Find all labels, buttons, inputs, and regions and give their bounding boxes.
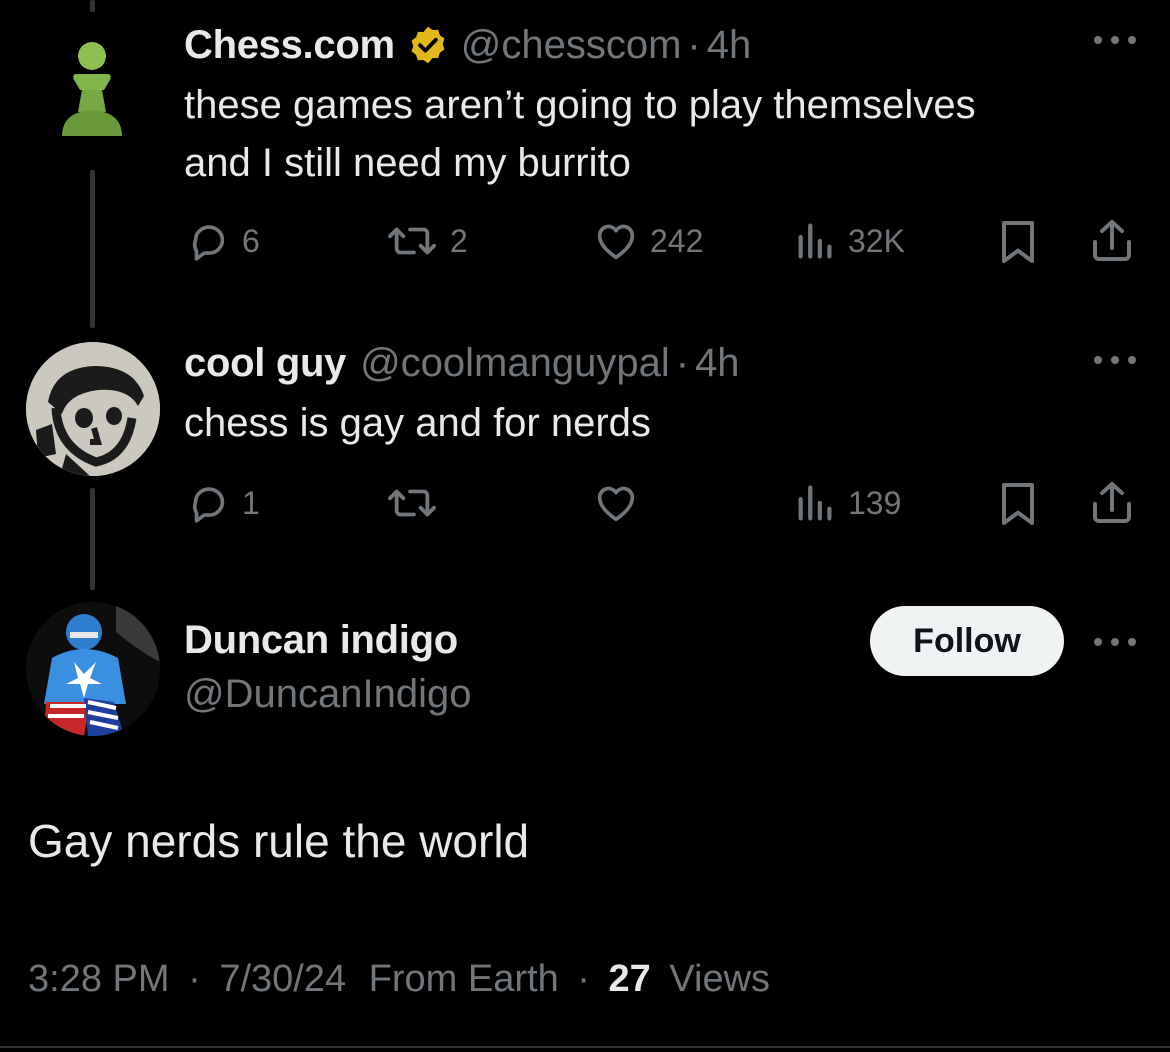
tweet-text-line: these games aren’t going to play themsel… [184, 83, 976, 127]
main-tweet-meta: 3:28 PM · 7/30/24 From Earth · 27 Views [28, 958, 770, 1001]
tweet-text-line: chess is gay and for nerds [184, 401, 651, 445]
heart-icon [597, 224, 635, 260]
author-handle[interactable]: @coolmanguypal [360, 341, 670, 386]
tweet-text-line: and I still need my burrito [184, 141, 631, 185]
reply-count: 1 [242, 484, 260, 521]
views-chart-icon [798, 485, 832, 521]
separator-dot: · [687, 22, 701, 67]
like-button[interactable]: 242 [592, 218, 703, 264]
avatar-coolguy[interactable] [26, 342, 160, 476]
views-button[interactable]: 32K [794, 218, 905, 264]
share-button[interactable] [1088, 216, 1136, 266]
share-icon [1093, 482, 1131, 523]
views-count: 27 [608, 958, 651, 1000]
bookmark-button[interactable] [998, 218, 1038, 266]
reply-button[interactable]: 6 [186, 218, 260, 264]
retweet-button[interactable] [384, 480, 450, 526]
views-count: 32K [848, 222, 905, 259]
separator-dot: · [675, 340, 690, 385]
more-options-icon[interactable] [1090, 30, 1140, 55]
tweet-header: Chess.com @chesscom · 4h [184, 20, 751, 70]
tweet-chesscom[interactable]: Chess.com @chesscom · 4h these games are… [0, 0, 1170, 300]
reply-icon [192, 487, 225, 523]
like-button[interactable] [592, 480, 650, 526]
author-name[interactable]: cool guy [184, 341, 346, 386]
sketch-face-avatar-icon [26, 342, 160, 476]
bookmark-icon [1002, 483, 1034, 525]
author-name[interactable]: Duncan indigo [184, 618, 471, 670]
views-count: 139 [848, 484, 902, 521]
reply-button[interactable]: 1 [186, 480, 260, 526]
bookmark-button[interactable] [998, 480, 1038, 528]
tweet-time[interactable]: 4h [707, 23, 752, 68]
tweet-date[interactable]: 7/30/24 [219, 958, 346, 1000]
bookmark-icon [1002, 221, 1034, 263]
superhero-avatar-icon [26, 602, 160, 736]
retweet-icon [388, 489, 436, 517]
author-handle[interactable]: @chesscom [461, 23, 682, 68]
views-chart-icon [798, 223, 832, 259]
avatar-duncan[interactable] [26, 602, 160, 736]
divider [0, 1046, 1170, 1048]
heart-icon [597, 486, 635, 522]
reply-icon [192, 225, 225, 261]
share-icon [1093, 220, 1131, 261]
like-count: 242 [650, 222, 704, 259]
tweet-time[interactable]: 4h [695, 341, 740, 386]
author-handle[interactable]: @DuncanIndigo [184, 672, 471, 717]
views-label: Views [669, 958, 771, 1000]
views-button[interactable]: 139 [794, 480, 901, 526]
retweet-button[interactable]: 2 [384, 218, 468, 264]
main-tweet-text: Gay nerds rule the world [28, 815, 530, 867]
chess-pawn-icon [62, 42, 122, 136]
tweet-header: cool guy @coolmanguypal · 4h [184, 338, 740, 388]
tweet-coolguy[interactable]: cool guy @coolmanguypal · 4h chess is ga… [0, 330, 1170, 550]
main-tweet: Duncan indigo @DuncanIndigo Follow Gay n… [0, 600, 1170, 1052]
reply-count: 6 [242, 222, 260, 259]
follow-button-wrap: Follow [870, 606, 1064, 676]
verified-badge-icon [407, 24, 449, 66]
separator-dot: · [188, 958, 201, 1000]
separator-dot: · [577, 958, 590, 1000]
follow-button[interactable]: Follow [870, 606, 1064, 676]
retweet-count: 2 [450, 222, 468, 259]
main-tweet-author: Duncan indigo @DuncanIndigo [184, 618, 471, 717]
tweet-location: From Earth [368, 958, 559, 1000]
tweet-text: these games aren’t going to play themsel… [184, 76, 1134, 192]
more-options-icon[interactable] [1090, 632, 1140, 657]
share-button[interactable] [1088, 478, 1136, 528]
more-options-icon[interactable] [1090, 350, 1140, 375]
tweet-text: chess is gay and for nerds [184, 394, 1134, 452]
avatar-chesscom[interactable] [52, 38, 132, 140]
tweet-timestamp[interactable]: 3:28 PM [28, 958, 170, 1000]
retweet-icon [388, 227, 436, 255]
author-name[interactable]: Chess.com [184, 23, 395, 68]
